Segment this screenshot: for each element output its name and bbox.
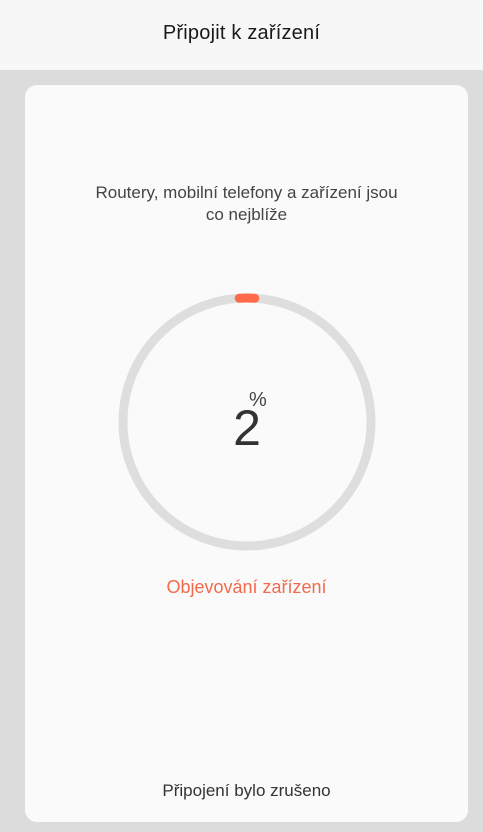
page-title: Připojit k zařízení — [162, 21, 321, 44]
connection-hint-line-2: co nejblíže — [205, 205, 288, 224]
status-text: Objevování zařízení — [166, 577, 327, 597]
connection-card: Routery, mobilní telefony a zařízení jso… — [25, 85, 468, 822]
top-bar: Připojit k zařízení — [0, 0, 483, 70]
progress-percent-sign: % — [249, 389, 267, 411]
progress-ring: 2 % — [118, 293, 376, 551]
connection-cancelled-text: Připojení bylo zrušeno — [162, 781, 331, 800]
connection-hint: Routery, mobilní telefony a zařízení jso… — [25, 182, 468, 226]
connection-hint-line-1: Routery, mobilní telefony a zařízení jso… — [95, 183, 398, 202]
progress-percent-value: 2 — [233, 400, 261, 456]
